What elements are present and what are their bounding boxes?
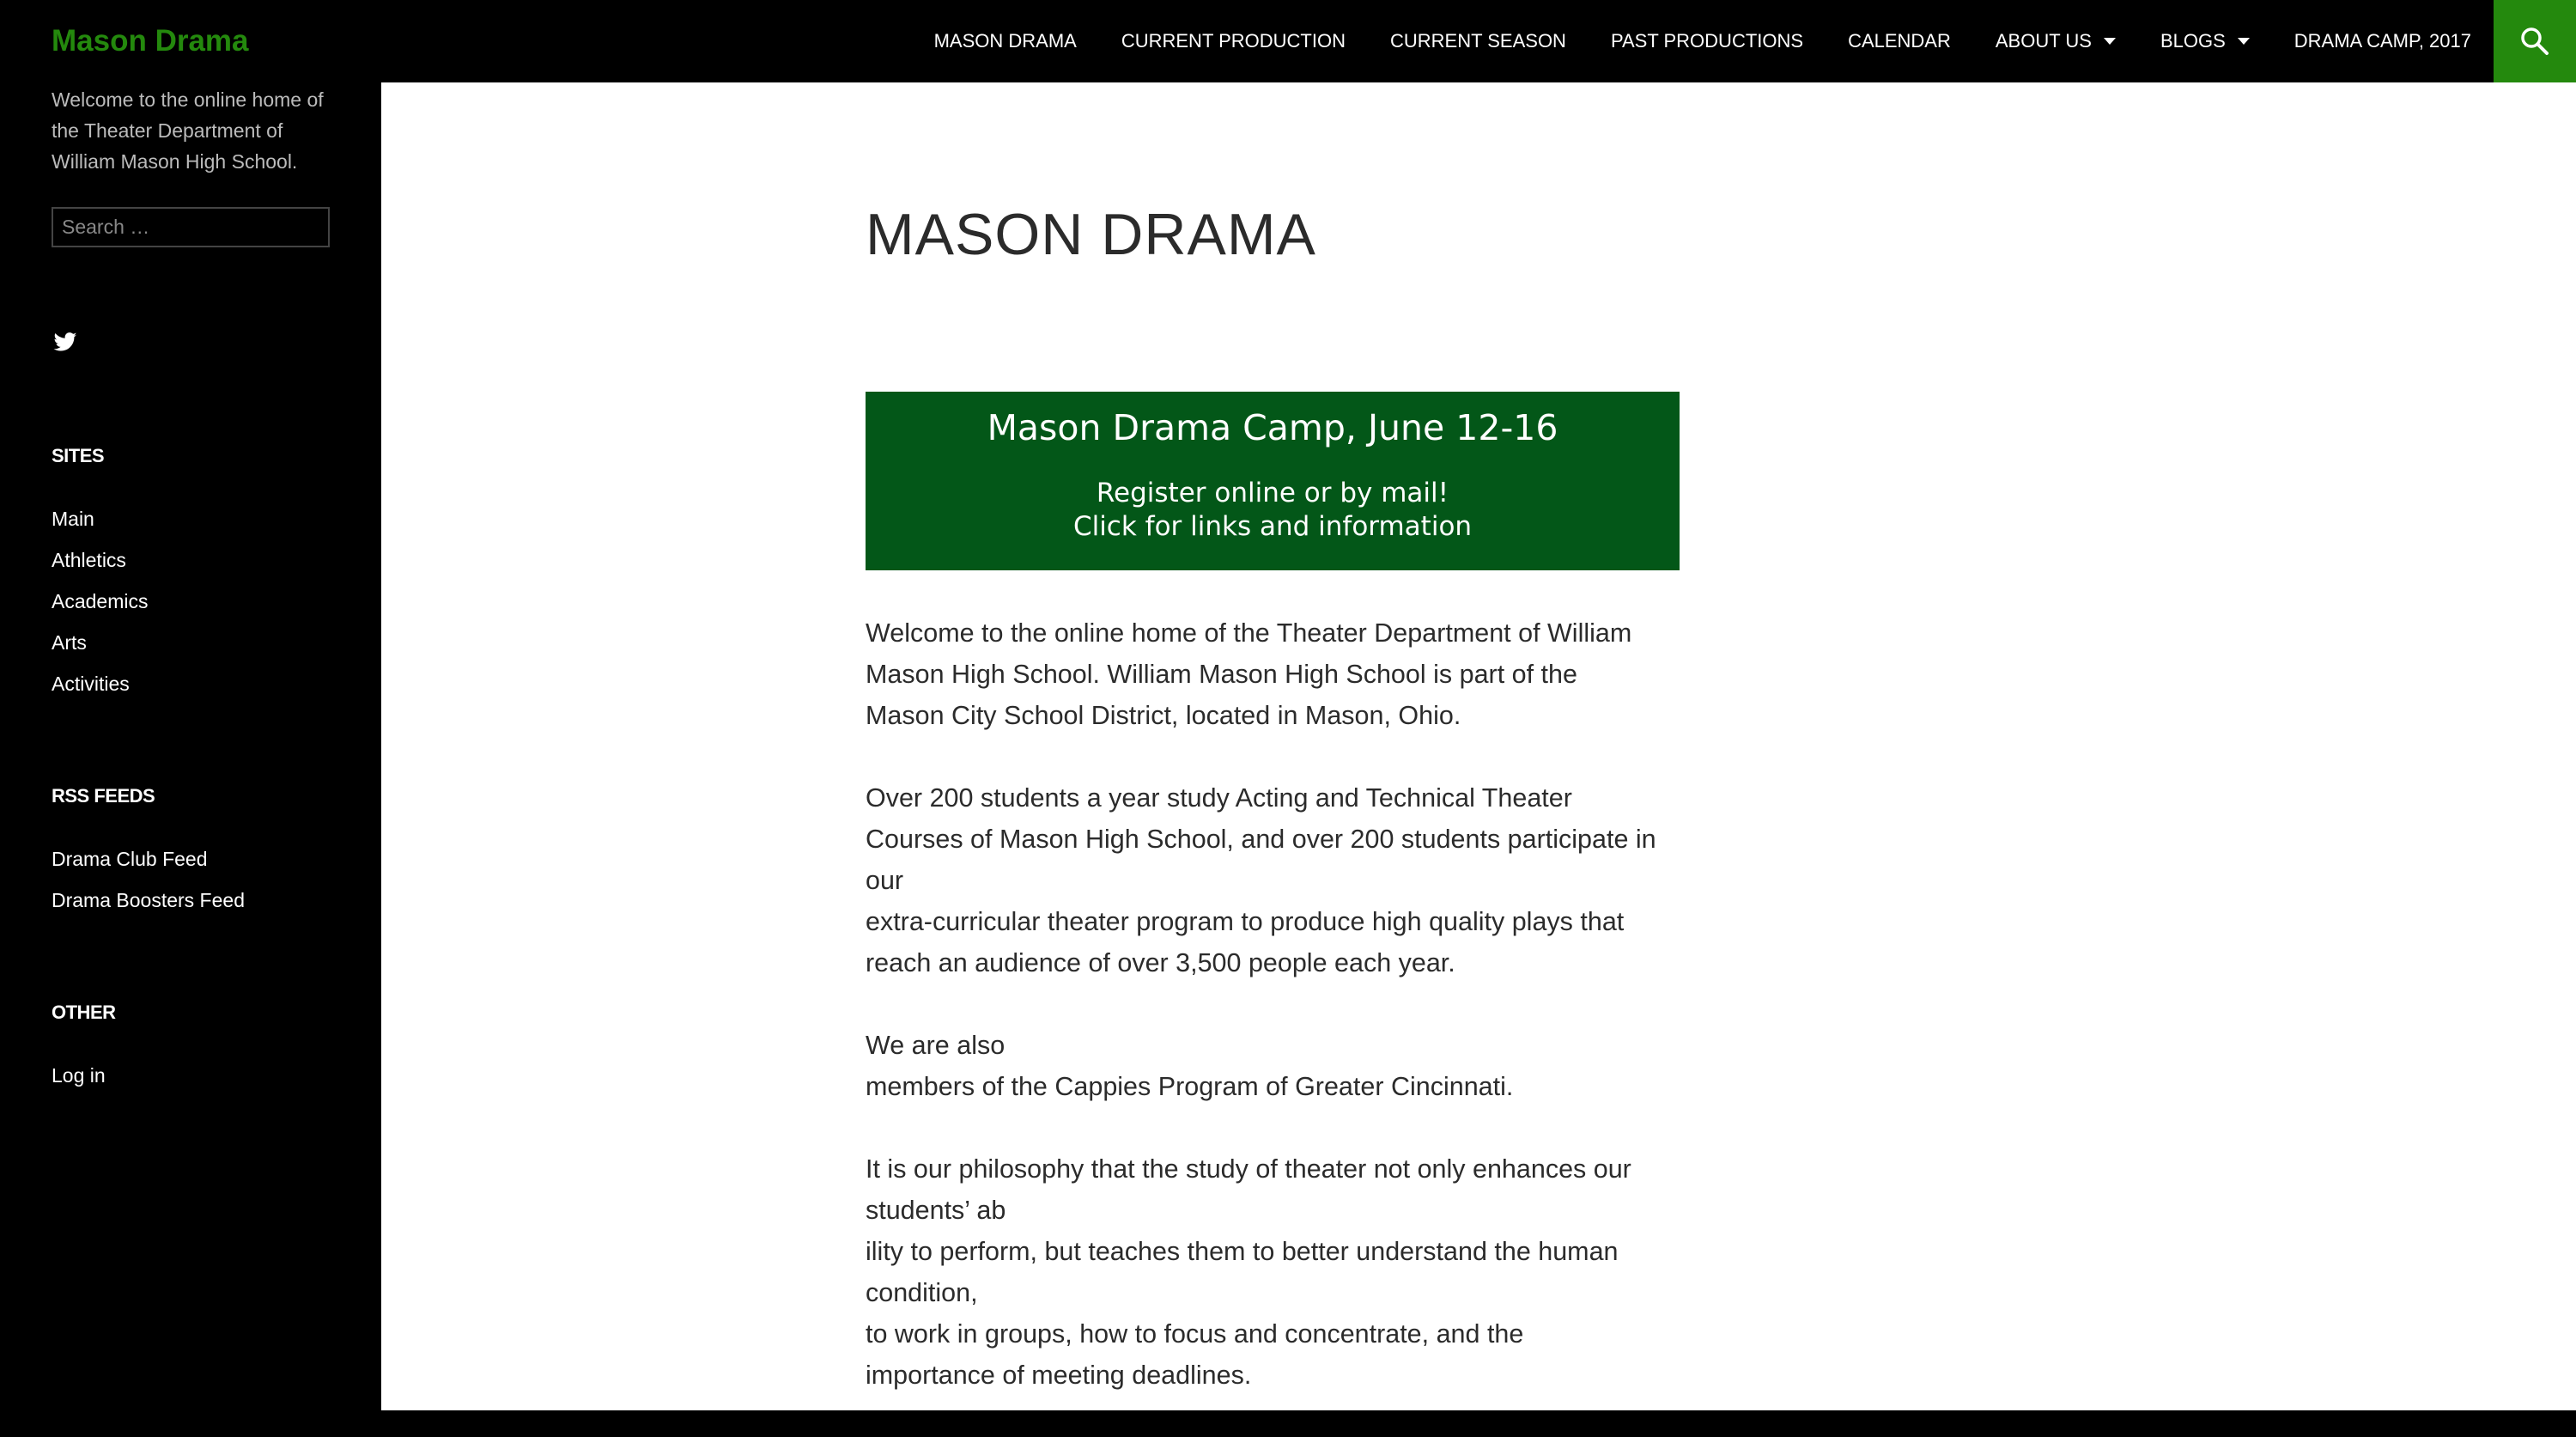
sidebar-item-main[interactable]: Main: [52, 498, 148, 539]
sidebar-item-drama-boosters-feed[interactable]: Drama Boosters Feed: [52, 880, 245, 921]
site-header: Mason Drama MASON DRAMA CURRENT PRODUCTI…: [0, 0, 2576, 82]
nav-item-label: PAST PRODUCTIONS: [1610, 30, 1804, 52]
other-list: Log in: [52, 1055, 106, 1096]
banner-line-register: Register online or by mail!: [1096, 478, 1449, 508]
text-line: Over 200 students a year study Acting an…: [866, 783, 1572, 813]
nav-item-label: BLOGS: [2160, 30, 2226, 52]
caret-down-icon: [2103, 38, 2116, 45]
text-line: reach an audience of over 3,500 people e…: [866, 948, 1455, 977]
text-line: Mason High School. William Mason High Sc…: [866, 660, 1577, 689]
banner-title: Mason Drama Camp, June 12-16: [987, 407, 1558, 448]
nav-item-label: CURRENT SEASON: [1389, 30, 1566, 52]
text-line: extra-curricular theater program to prod…: [866, 907, 1625, 936]
site-title-link[interactable]: Mason Drama: [52, 19, 249, 64]
nav-item-about-us[interactable]: ABOUT US: [1973, 0, 2138, 82]
sidebar-item-athletics[interactable]: Athletics: [52, 539, 148, 581]
site-description: Welcome to the online home of the Theate…: [52, 88, 324, 173]
sidebar-item-log-in[interactable]: Log in: [52, 1055, 106, 1096]
nav-item-calendar[interactable]: CALENDAR: [1826, 0, 1973, 82]
nav-item-current-production[interactable]: CURRENT PRODUCTION: [1099, 0, 1368, 82]
text-line: to work in groups, how to focus and conc…: [866, 1319, 1524, 1349]
nav-item-past-productions[interactable]: PAST PRODUCTIONS: [1589, 0, 1826, 82]
paragraph-cappies: We are also members of the Cappies Progr…: [866, 1025, 1690, 1107]
nav-item-drama-camp-2017[interactable]: DRAMA CAMP, 2017: [2272, 0, 2494, 82]
nav-item-mason-drama[interactable]: MASON DRAMA: [912, 0, 1099, 82]
primary-navigation: MASON DRAMA CURRENT PRODUCTION CURRENT S…: [912, 0, 2494, 82]
sidebar: Welcome to the online home of the Theate…: [0, 82, 381, 1410]
nav-item-blogs[interactable]: BLOGS: [2138, 0, 2272, 82]
search-toggle-button[interactable]: [2494, 0, 2576, 82]
text-line: It is our philosophy that the study of t…: [866, 1154, 1631, 1184]
text-line: members of the Cappies Program of Greate…: [866, 1072, 1514, 1101]
drama-camp-banner[interactable]: Mason Drama Camp, June 12-16 Register on…: [866, 392, 1680, 570]
sidebar-item-arts[interactable]: Arts: [52, 622, 148, 663]
widget-title-other: OTHER: [52, 1002, 116, 1023]
text-line: ility to perform, but teaches them to be…: [866, 1237, 1619, 1266]
search-input[interactable]: [52, 207, 330, 247]
paragraph-philosophy: It is our philosophy that the study of t…: [866, 1148, 1690, 1396]
entry-content: Welcome to the online home of the Theate…: [866, 612, 1690, 1437]
nav-item-label: MASON DRAMA: [933, 30, 1077, 52]
caret-down-icon: [2237, 38, 2250, 45]
page-title: MASON DRAMA: [866, 202, 1316, 267]
nav-item-current-season[interactable]: CURRENT SEASON: [1368, 0, 1589, 82]
sidebar-item-drama-club-feed[interactable]: Drama Club Feed: [52, 838, 245, 880]
banner-line-click: Click for links and information: [1072, 511, 1473, 542]
nav-item-label: DRAMA CAMP, 2017: [2293, 30, 2471, 52]
sidebar-item-activities[interactable]: Activities: [52, 663, 148, 704]
text-line: We are also: [866, 1031, 1005, 1060]
twitter-link[interactable]: [52, 328, 79, 356]
text-line: students’ ab: [866, 1196, 1006, 1225]
twitter-icon: [53, 332, 77, 351]
text-line: condition,: [866, 1278, 978, 1307]
nav-item-label: CURRENT PRODUCTION: [1121, 30, 1346, 52]
text-line: Courses of Mason High School, and over 2…: [866, 825, 1656, 854]
text-line: importance of meeting deadlines.: [866, 1361, 1252, 1390]
sites-list: Main Athletics Academics Arts Activities: [52, 498, 148, 704]
sidebar-item-academics[interactable]: Academics: [52, 581, 148, 622]
text-line: Welcome to the online home of the Theate…: [866, 618, 1632, 648]
nav-item-label: CALENDAR: [1848, 30, 1951, 52]
nav-item-label: ABOUT US: [1995, 30, 2092, 52]
paragraph-welcome: Welcome to the online home of the Theate…: [866, 612, 1690, 736]
search-icon: [2521, 27, 2549, 55]
text-line: Mason City School District, located in M…: [866, 701, 1461, 730]
paragraph-students: Over 200 students a year study Acting an…: [866, 777, 1690, 983]
text-line: our: [866, 866, 904, 895]
main-content: MASON DRAMA Mason Drama Camp, June 12-16…: [381, 82, 2576, 1410]
rss-feeds-list: Drama Club Feed Drama Boosters Feed: [52, 838, 245, 921]
widget-title-rss-feeds: RSS FEEDS: [52, 785, 155, 807]
widget-title-sites: SITES: [52, 445, 105, 466]
